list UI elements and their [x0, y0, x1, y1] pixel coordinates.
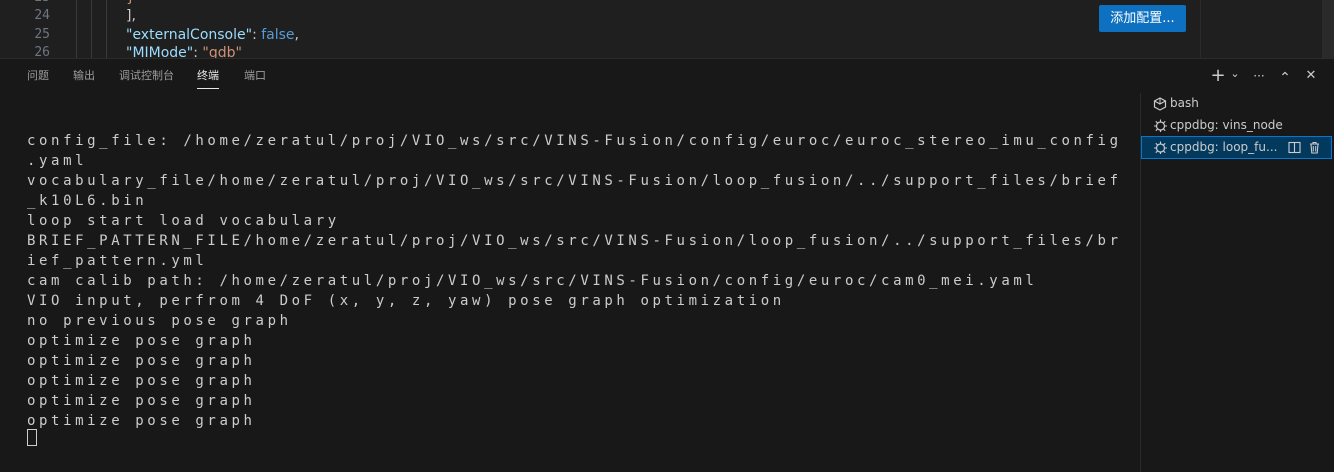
code-line[interactable]: }: [126, 0, 135, 6]
plus-icon[interactable]: +: [1210, 59, 1226, 93]
code-token: ],: [126, 8, 136, 24]
terminal-line: VIO input, perfrom 4 DoF (x, y, z, yaw) …: [27, 293, 785, 309]
terminal-item-vins-node[interactable]: cppdbg: vins_node: [1142, 115, 1331, 136]
editor-area[interactable]: 23 24 25 26 }], "externalConsole": false,…: [0, 0, 1334, 58]
bottom-panel: 问题 输出 调试控制台 终端 端口 + ⌄ ··· ⌃ ✕ config_fil…: [0, 58, 1334, 472]
debug-gear-icon: [1154, 119, 1167, 132]
code-token: "MIMode": [126, 45, 194, 58]
minimap-divider: [1200, 0, 1201, 58]
terminal-line: ief_pattern.yml: [27, 253, 208, 269]
panel-tabs: 问题 输出 调试控制台 终端 端口: [0, 59, 1334, 93]
line-number: 26: [34, 45, 50, 58]
code-token: ,: [294, 27, 299, 43]
terminal-line: optimize pose graph: [27, 333, 256, 349]
terminal-line: config_file: /home/zeratul/proj/VIO_ws/s…: [27, 133, 1122, 149]
terminal-output[interactable]: config_file: /home/zeratul/proj/VIO_ws/s…: [27, 131, 1127, 431]
terminal-line: vocabulary_file/home/zeratul/proj/VIO_ws…: [27, 173, 1122, 189]
terminal-item-label: cppdbg: vins_node: [1170, 118, 1283, 132]
editor-scrollbar[interactable]: [1322, 0, 1334, 58]
terminal-bash-icon: [1153, 97, 1167, 111]
terminal-line: optimize pose graph: [27, 353, 256, 369]
add-configuration-button[interactable]: 添加配置...: [1099, 5, 1186, 32]
code-token: "externalConsole": [126, 27, 253, 43]
close-icon[interactable]: ✕: [1302, 59, 1320, 93]
terminal-line: optimize pose graph: [27, 393, 256, 409]
line-number: 25: [34, 27, 50, 42]
code-token: "gdb": [202, 45, 242, 58]
terminal-line: cam calib path: /home/zeratul/proj/VIO_w…: [27, 273, 1038, 289]
split-terminal-icon[interactable]: [1288, 141, 1301, 154]
terminal-line: no previous pose graph: [27, 313, 292, 329]
tab-debug-console[interactable]: 调试控制台: [119, 59, 174, 93]
code-token: }: [126, 0, 135, 6]
terminal-item-label: cppdbg: loop_fu...: [1170, 140, 1278, 154]
terminal-list-divider[interactable]: [1140, 93, 1141, 472]
terminal-line: optimize pose graph: [27, 413, 256, 429]
terminal-line: BRIEF_PATTERN_FILE/home/zeratul/proj/VIO…: [27, 233, 1122, 249]
terminal-item-bash[interactable]: bash: [1142, 93, 1331, 114]
tab-terminal[interactable]: 终端: [197, 59, 219, 93]
terminal-line: optimize pose graph: [27, 373, 256, 389]
more-icon[interactable]: ···: [1249, 59, 1269, 93]
terminal-line: .yaml: [27, 153, 88, 169]
terminal-item-loop-fusion[interactable]: cppdbg: loop_fu...: [1141, 136, 1332, 159]
line-number-gutter: 23 24 25 26: [0, 0, 64, 58]
tab-problems[interactable]: 问题: [27, 59, 49, 93]
tab-ports[interactable]: 端口: [244, 59, 266, 93]
code-line[interactable]: "MIMode": "gdb": [126, 45, 242, 58]
code-line[interactable]: "externalConsole": false,: [126, 27, 299, 43]
maximize-icon[interactable]: ⌃: [1276, 59, 1294, 93]
code-token: false: [261, 27, 295, 43]
terminal-item-label: bash: [1170, 96, 1199, 110]
code-line[interactable]: ],: [126, 8, 136, 24]
terminal-line: _k10L6.bin: [27, 193, 148, 209]
terminal-line: loop start load vocabulary: [27, 213, 340, 229]
debug-gear-icon: [1154, 141, 1167, 154]
tab-output[interactable]: 输出: [73, 59, 95, 93]
line-number: 24: [34, 8, 50, 23]
code-token: :: [252, 27, 262, 43]
trash-icon[interactable]: [1308, 141, 1321, 154]
terminal-cursor: [27, 429, 37, 446]
chevron-down-icon[interactable]: ⌄: [1229, 59, 1241, 93]
line-number: 23: [34, 0, 50, 5]
